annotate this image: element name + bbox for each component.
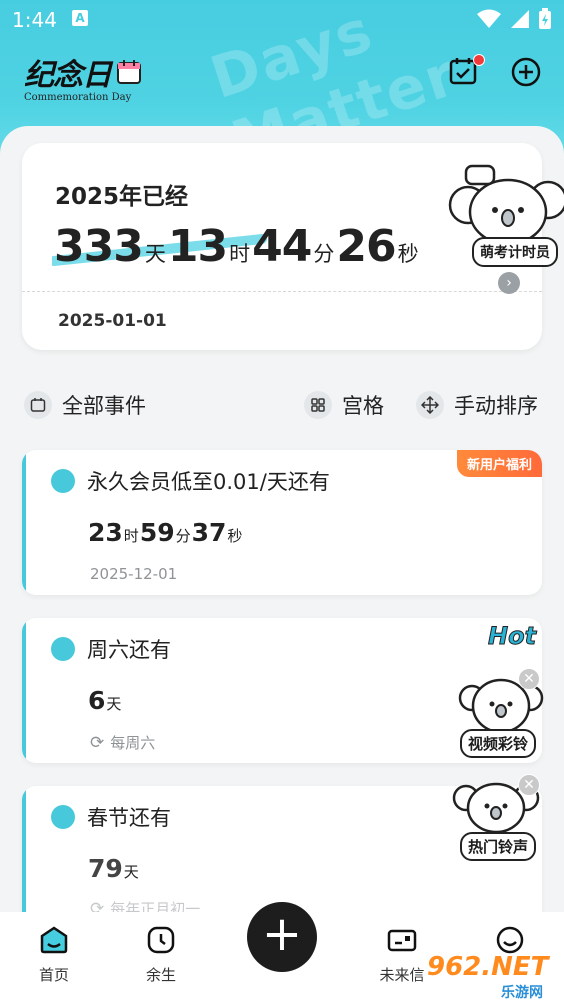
- event-card[interactable]: 永久会员低至0.01/天还有 新用户福利 23 时 59 分 37 秒 2025…: [22, 450, 542, 595]
- hero-minutes-unit: 分: [313, 242, 335, 266]
- count-minutes: 59: [139, 518, 175, 547]
- event-date-text: 2025-12-01: [90, 565, 178, 583]
- notification-dot: [473, 54, 485, 66]
- unit-minutes: 分: [175, 527, 191, 545]
- count-seconds: 37: [191, 518, 227, 547]
- status-time: 1:44: [12, 8, 57, 32]
- hero-seconds: 26: [336, 221, 396, 272]
- hero-hours-unit: 时: [229, 242, 251, 266]
- divider: [22, 291, 542, 292]
- clock-icon: [147, 926, 175, 954]
- unit-seconds: 秒: [227, 527, 243, 545]
- video-ringtone-widget[interactable]: Hot 视频彩铃 ✕: [448, 608, 564, 758]
- notification-a-icon: A: [72, 10, 88, 26]
- event-repeat-text: 每周六: [110, 734, 156, 752]
- event-countdown: 6 天: [88, 686, 122, 715]
- tab-home[interactable]: 首页: [9, 924, 99, 985]
- brand-logo-text: 962.NET: [427, 952, 549, 982]
- hero-counter: 333 天 13 时 44 分 26 秒: [54, 221, 421, 272]
- all-events-label: 全部事件: [62, 394, 146, 418]
- count-hours: 23: [88, 518, 123, 547]
- hero-date: 2025-01-01: [58, 311, 167, 331]
- letter-icon: [387, 929, 417, 952]
- brand-watermark: 962.NET 乐游网: [425, 952, 564, 1002]
- checklist-button[interactable]: [448, 54, 485, 90]
- close-icon[interactable]: ✕: [518, 774, 540, 796]
- event-title: 永久会员低至0.01/天还有: [87, 470, 330, 494]
- hero-hours: 13: [167, 221, 228, 272]
- calendar-icon: [24, 391, 52, 419]
- brand-subtext: 乐游网: [501, 985, 543, 1001]
- grid-icon: [304, 391, 332, 419]
- hot-label: Hot: [487, 622, 537, 651]
- unit-days: 天: [106, 695, 122, 713]
- hero-label: 2025年已经: [55, 184, 189, 210]
- timer-badge[interactable]: 萌考计时员: [472, 237, 558, 267]
- battery-icon: [539, 8, 551, 29]
- event-repeat: ⟳ 每周六: [90, 732, 155, 753]
- calendar-icon: [117, 60, 141, 84]
- logo-title: 纪念日: [24, 58, 112, 93]
- event-countdown: 23 时 59 分 37 秒: [88, 518, 243, 547]
- add-button[interactable]: [510, 56, 544, 90]
- move-arrows-icon: [416, 391, 444, 419]
- close-icon[interactable]: ✕: [518, 668, 540, 690]
- repeat-icon: ⟳: [90, 732, 105, 753]
- status-bar: 1:44 A: [0, 0, 564, 38]
- video-ringtone-label: 视频彩铃: [460, 729, 537, 758]
- wifi-icon: [477, 9, 501, 28]
- hot-ringtone-label: 热门铃声: [460, 832, 537, 861]
- hot-ringtone-widget[interactable]: 热门铃声 ✕: [448, 772, 564, 862]
- event-title: 春节还有: [87, 806, 171, 830]
- hero-days-unit: 天: [144, 242, 166, 266]
- home-icon: [40, 926, 68, 954]
- signal-icon: [511, 10, 529, 28]
- plus-circle-icon: [511, 57, 541, 87]
- app-logo: 纪念日 Commemoration Day: [24, 50, 143, 103]
- add-event-fab[interactable]: +: [247, 902, 317, 972]
- hero-minutes: 44: [252, 221, 312, 272]
- event-date: 2025-12-01: [90, 565, 177, 583]
- event-countdown: 79 天: [88, 854, 140, 883]
- count-days: 79: [88, 854, 123, 883]
- clock-icon: [51, 805, 75, 829]
- count-days: 6: [88, 686, 106, 715]
- logo-subtitle: Commemoration Day: [24, 92, 132, 103]
- tab-remaining-life-label: 余生: [145, 966, 176, 984]
- manual-sort-button[interactable]: 手动排序: [416, 390, 538, 420]
- new-user-tag: 新用户福利: [456, 450, 542, 477]
- grid-view-toggle[interactable]: 宫格: [304, 390, 384, 420]
- hero-seconds-unit: 秒: [397, 242, 419, 266]
- chevron-right-icon[interactable]: ›: [498, 272, 520, 294]
- unit-hours: 时: [123, 527, 139, 545]
- manual-sort-label: 手动排序: [454, 394, 538, 418]
- all-events-filter[interactable]: 全部事件: [24, 390, 146, 420]
- clock-icon: [51, 469, 75, 493]
- hero-days: 333: [54, 221, 144, 272]
- event-title: 周六还有: [87, 638, 171, 662]
- tab-remaining-life[interactable]: 余生: [116, 924, 206, 985]
- tab-home-label: 首页: [38, 966, 69, 984]
- clock-icon: [51, 637, 75, 661]
- grid-label: 宫格: [342, 394, 384, 418]
- event-toolbar: 全部事件 宫格 手动排序: [24, 390, 544, 422]
- unit-days: 天: [123, 863, 139, 881]
